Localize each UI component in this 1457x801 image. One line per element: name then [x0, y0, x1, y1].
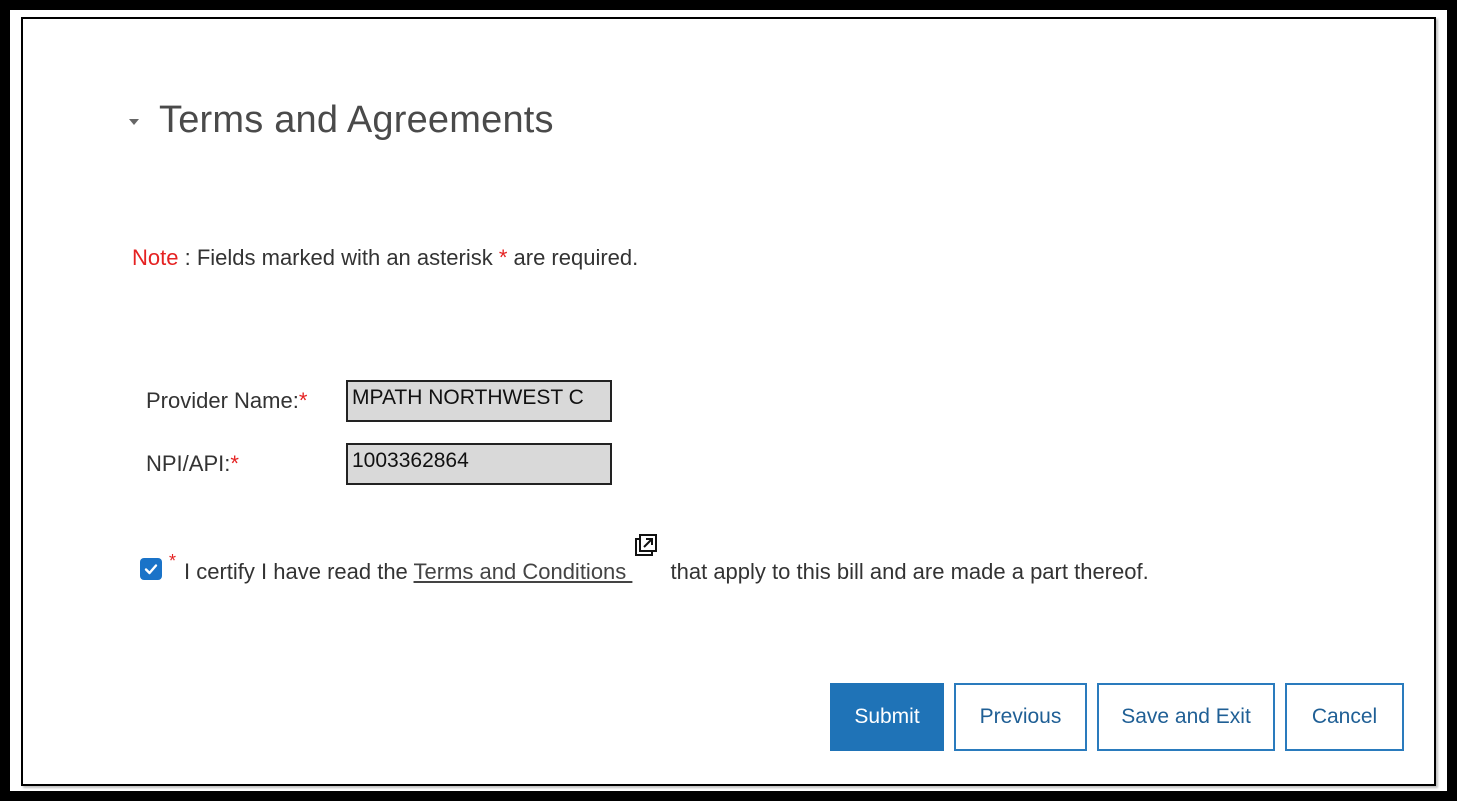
form-panel: Terms and Agreements Note : Fields marke… [21, 17, 1436, 786]
certify-text-after: that apply to this bill and are made a p… [664, 559, 1149, 584]
cancel-button[interactable]: Cancel [1285, 683, 1404, 751]
certify-required-mark: * [169, 551, 177, 571]
npi-api-required-mark: * [230, 451, 239, 476]
provider-name-label-text: Provider Name: [146, 388, 299, 413]
certify-text-before: I certify I have read the [184, 559, 414, 584]
provider-name-row: Provider Name:* MPATH NORTHWEST C [146, 380, 612, 422]
submit-button[interactable]: Submit [830, 683, 944, 751]
npi-api-label-text: NPI/API: [146, 451, 231, 476]
provider-name-field[interactable]: MPATH NORTHWEST C [346, 380, 612, 422]
note-label: Note [132, 245, 179, 270]
provider-name-required-mark: * [298, 388, 308, 413]
certify-checkbox[interactable] [140, 558, 162, 580]
certify-row: * I certify I have read the Terms and Co… [140, 533, 1149, 585]
section-title: Terms and Agreements [159, 99, 554, 141]
save-and-exit-button[interactable]: Save and Exit [1097, 683, 1275, 751]
note-text-after: are required. [507, 245, 639, 270]
provider-name-label: Provider Name:* [146, 388, 346, 414]
previous-button[interactable]: Previous [954, 683, 1087, 751]
external-link-icon[interactable] [632, 533, 658, 565]
npi-api-row: NPI/API:* 1003362864 [146, 443, 612, 485]
caret-down-icon[interactable] [129, 119, 139, 125]
required-fields-note: Note : Fields marked with an asterisk * … [132, 245, 638, 271]
note-text-before: : Fields marked with an asterisk [178, 245, 499, 270]
section-header[interactable]: Terms and Agreements [129, 99, 554, 142]
certify-text: I certify I have read the Terms and Cond… [184, 534, 1149, 585]
npi-api-label: NPI/API:* [146, 451, 346, 477]
checkmark-icon [144, 564, 158, 575]
npi-api-field[interactable]: 1003362864 [346, 443, 612, 485]
terms-and-conditions-link[interactable]: Terms and Conditions [414, 559, 633, 584]
